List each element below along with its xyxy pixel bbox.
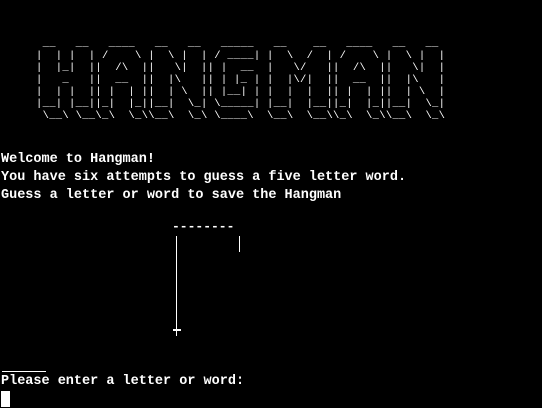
input-underline xyxy=(2,371,46,372)
instruction-message: Guess a letter or word to save the Hangm… xyxy=(1,188,342,203)
gallows-base xyxy=(173,329,181,331)
gallows-post xyxy=(176,236,177,336)
text-cursor[interactable] xyxy=(1,391,10,407)
welcome-message: Welcome to Hangman! xyxy=(1,152,155,167)
input-prompt: Please enter a letter or word: xyxy=(1,374,245,389)
gallows-drawing: -------- xyxy=(170,220,250,340)
attempts-message: You have six attempts to guess a five le… xyxy=(1,170,407,185)
terminal-window[interactable]: __ __ ____ __ __ _____ __ __ ____ __ __ … xyxy=(0,0,542,408)
gallows-rope xyxy=(239,236,240,252)
hangman-ascii-banner: __ __ ____ __ __ _____ __ __ ____ __ __ … xyxy=(36,38,446,122)
gallows-beam: -------- xyxy=(172,219,235,234)
